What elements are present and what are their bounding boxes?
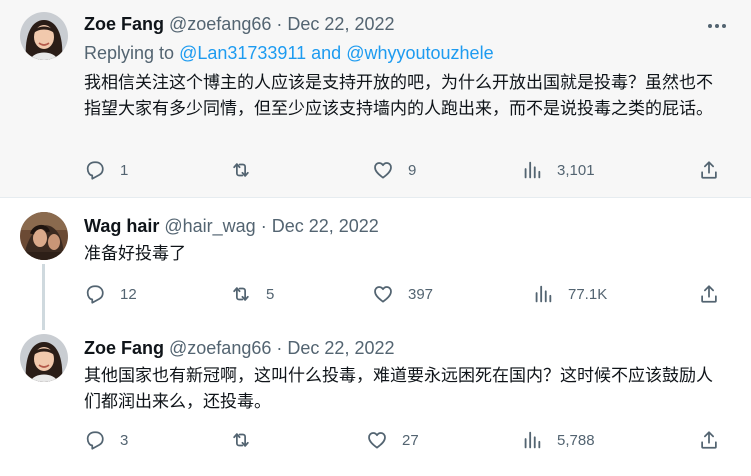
share-button[interactable]: [698, 282, 720, 306]
views-count: 5,788: [557, 431, 595, 449]
separator-dot: ·: [276, 14, 283, 34]
views-icon: [535, 285, 552, 303]
reply-icon: [86, 161, 104, 180]
reply-count: 12: [120, 285, 137, 303]
like-button[interactable]: 27: [366, 428, 419, 452]
mention-and: and: [311, 43, 342, 63]
retweet-icon: [233, 163, 249, 177]
like-button[interactable]: 397: [372, 282, 433, 306]
reply-button[interactable]: 1: [84, 158, 128, 182]
retweet-button[interactable]: [230, 158, 266, 182]
share-button[interactable]: [698, 158, 720, 182]
reply-icon: [86, 285, 104, 304]
reply-button[interactable]: 3: [84, 428, 128, 452]
display-name[interactable]: Wag hair: [84, 216, 159, 236]
retweet-button[interactable]: 5: [230, 282, 274, 306]
tweet-1[interactable]: Zoe Fang @zoefang66 · Dec 22, 2022 Reply…: [0, 0, 751, 198]
action-bar: 3 27 5,788: [84, 428, 724, 452]
thread-line: [42, 264, 45, 330]
avatar-image: [20, 334, 68, 382]
like-count: 27: [402, 431, 419, 449]
tweet-text: 准备好投毒了: [84, 244, 186, 264]
heart-icon: [374, 286, 392, 303]
views-button[interactable]: 77.1K: [532, 282, 607, 306]
user-handle[interactable]: @hair_wag: [164, 216, 255, 236]
heart-icon: [368, 432, 386, 449]
reply-count: 3: [120, 431, 129, 449]
mention-link-lan31733911[interactable]: @Lan31733911: [179, 43, 306, 63]
retweet-icon: [233, 433, 249, 447]
tweet-3[interactable]: Zoe Fang @zoefang66 · Dec 22, 2022 其他国家也…: [0, 330, 751, 476]
views-count: 77.1K: [568, 285, 608, 303]
views-count: 3,101: [557, 161, 595, 179]
views-icon: [524, 431, 541, 449]
retweet-button[interactable]: [230, 428, 266, 452]
replying-prefix: Replying to: [84, 43, 175, 63]
heart-icon: [374, 162, 392, 179]
avatar[interactable]: [20, 12, 68, 60]
tweet-date[interactable]: Dec 22, 2022: [287, 14, 394, 34]
like-count: 9: [408, 161, 417, 179]
mention-link-whyyoutouzhele[interactable]: @whyyoutouzhele: [346, 43, 493, 63]
share-button[interactable]: [698, 428, 720, 452]
reply-button[interactable]: 12: [84, 282, 137, 306]
more-icon[interactable]: [705, 14, 729, 38]
share-icon: [701, 431, 717, 449]
avatar-image: [20, 212, 68, 260]
display-name[interactable]: Zoe Fang: [84, 338, 164, 358]
separator-dot: ·: [260, 216, 267, 236]
user-handle[interactable]: @zoefang66: [169, 338, 271, 358]
avatar-image: [20, 12, 68, 60]
views-button[interactable]: 5,788: [521, 428, 595, 452]
retweet-count: 5: [266, 285, 275, 303]
tweet-header: Zoe Fang @zoefang66 · Dec 22, 2022: [84, 13, 394, 35]
tweet-text: 其他国家也有新冠啊，这叫什么投毒，难道要永远困死在国内？这时候不应该鼓励人们都润…: [84, 366, 713, 412]
display-name[interactable]: Zoe Fang: [84, 14, 164, 34]
tweet-2[interactable]: Wag hair @hair_wag · Dec 22, 2022 准备好投毒了…: [0, 198, 751, 330]
tweet-header: Zoe Fang @zoefang66 · Dec 22, 2022: [84, 337, 394, 359]
avatar[interactable]: [20, 334, 68, 382]
tweet-date[interactable]: Dec 22, 2022: [272, 216, 379, 236]
separator-dot: ·: [276, 338, 283, 358]
share-icon: [701, 161, 717, 179]
tweet-date[interactable]: Dec 22, 2022: [287, 338, 394, 358]
tweet-header: Wag hair @hair_wag · Dec 22, 2022: [84, 215, 379, 237]
like-count: 397: [408, 285, 434, 303]
action-bar: 12 5 397 77.1K: [84, 282, 724, 306]
reply-count: 1: [120, 161, 129, 179]
views-button[interactable]: 3,101: [521, 158, 595, 182]
like-button[interactable]: 9: [372, 158, 416, 182]
tweet-text: 我相信关注这个博主的人应该是支持开放的吧，为什么开放出国就是投毒？虽然也不指望大…: [84, 73, 713, 119]
views-icon: [524, 161, 541, 179]
retweet-icon: [233, 287, 249, 301]
share-icon: [701, 285, 717, 303]
user-handle[interactable]: @zoefang66: [169, 14, 271, 34]
replying-to: Replying to @Lan31733911 and @whyyoutouz…: [84, 42, 494, 64]
avatar[interactable]: [20, 212, 68, 260]
reply-icon: [86, 431, 104, 450]
action-bar: 1 9 3,101: [84, 158, 724, 182]
